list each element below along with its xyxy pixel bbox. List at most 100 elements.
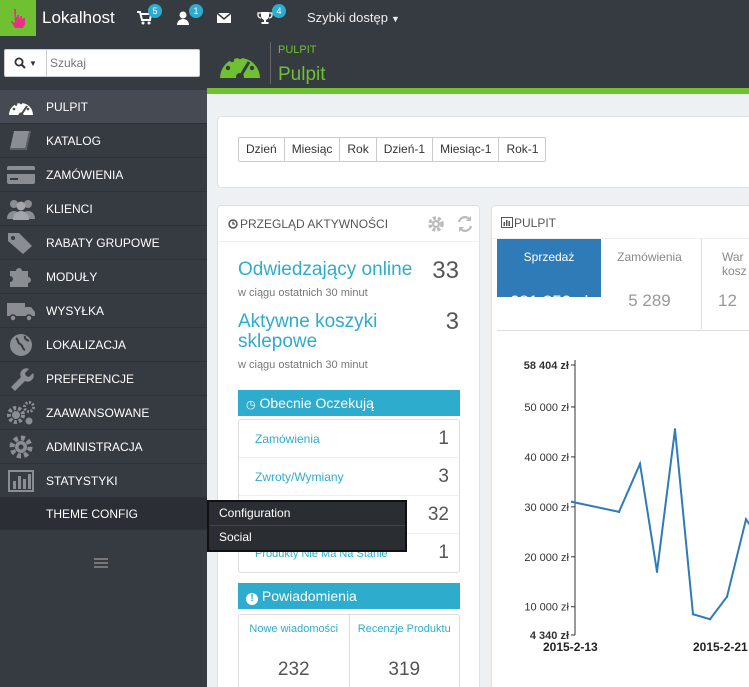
kpi-orders[interactable]: Zamówienia 5 289 — [598, 239, 702, 329]
kpi-sales[interactable]: Sprzedaż 681 850 zł — [497, 239, 601, 311]
refresh-icon[interactable] — [456, 215, 474, 233]
submenu-item-configuration[interactable]: Configuration — [209, 502, 405, 525]
collapse-menu-icon[interactable] — [94, 557, 108, 569]
puzzle-icon — [6, 264, 36, 290]
notifications-section-header: ! Powiadomienia — [238, 583, 460, 609]
quick-access-dropdown[interactable]: Szybki dostęp ▼ — [307, 10, 400, 25]
panel-header: PULPIT — [492, 206, 749, 239]
period-button-prev-day[interactable]: Dzień-1 — [375, 137, 434, 162]
main-menu: PULPIT KATALOG ZAMÓWIENIA KLIENCI RABATY… — [0, 90, 207, 530]
pending-label[interactable]: Zwroty/Wymiany — [255, 470, 344, 484]
data-point — [570, 500, 574, 504]
theme-config-submenu: Configuration Social — [207, 500, 407, 552]
pending-section-title: Obecnie Oczekują — [259, 395, 374, 411]
sidebar-item-preferencje[interactable]: PREFERENCJE — [0, 362, 207, 396]
period-button-prev-month[interactable]: Miesiąc-1 — [432, 137, 500, 162]
notif-label: Nowe wiadomości — [249, 623, 339, 635]
sidebar-item-label: PULPIT — [46, 100, 89, 114]
notif-value: 319 — [388, 659, 421, 680]
x-tick-label: 2015-2-13 — [543, 640, 598, 654]
pending-label[interactable]: Zamówienia — [255, 432, 320, 446]
info-icon: ! — [246, 593, 258, 605]
sidebar-item-pulpit[interactable]: PULPIT — [0, 90, 207, 124]
notif-product-reviews[interactable]: Recenzje Produktu 319 — [348, 615, 460, 687]
period-button-month[interactable]: Miesiąc — [283, 137, 341, 162]
pending-value: 3 — [438, 466, 449, 487]
kpi-cart-value[interactable]: War kosz 12 — [704, 239, 749, 329]
notif-value: 232 — [277, 659, 310, 680]
breadcrumb[interactable]: PULPIT — [278, 44, 317, 56]
activity-overview-panel: PRZEGLĄD AKTYWNOŚCI Odwiedzający online … — [217, 205, 480, 687]
dashboard-icon — [220, 54, 260, 81]
cart-badge: 5 — [148, 4, 162, 18]
bar-chart-icon — [6, 468, 36, 494]
data-point — [617, 510, 621, 514]
online-visitors-value: 33 — [432, 257, 459, 284]
globe-icon — [6, 332, 36, 358]
data-point — [725, 595, 729, 598]
trophy-icon[interactable] — [257, 10, 273, 26]
sidebar-item-label: PREFERENCJE — [46, 372, 135, 386]
search-box: ▼ — [4, 49, 200, 77]
search-type-button[interactable]: ▼ — [5, 50, 47, 76]
sidebar-item-klienci[interactable]: KLIENCI — [0, 192, 207, 226]
period-button-group: Dzień Miesiąc Rok Dzień-1 Miesiąc-1 Rok-… — [238, 137, 547, 162]
logo-button[interactable] — [0, 0, 36, 36]
gear-icon[interactable] — [427, 215, 445, 233]
user-badge: 1 — [189, 4, 203, 18]
notifications-box: Nowe wiadomości 232 Recenzje Produktu 319 — [238, 614, 460, 687]
sidebar-item-label: ADMINISTRACJA — [46, 440, 143, 454]
panel-header: PRZEGLĄD AKTYWNOŚCI — [218, 206, 479, 242]
y-tick-label: 58 404 zł — [524, 360, 569, 372]
pending-value: 1 — [438, 428, 449, 449]
sidebar-item-rabaty-grupowe[interactable]: RABATY GRUPOWE — [0, 226, 207, 260]
sidebar-item-theme-config[interactable]: THEME CONFIG — [0, 498, 207, 530]
active-carts-label: Aktywne koszyki sklepowe — [238, 311, 378, 352]
panel-title: PRZEGLĄD AKTYWNOŚCI — [240, 217, 389, 231]
online-visitors-label: Odwiedzający online — [238, 259, 413, 280]
sidebar-item-label: RABATY GRUPOWE — [46, 236, 160, 250]
sidebar-item-label: WYSYŁKA — [46, 304, 105, 318]
clock-icon: ◷ — [246, 399, 256, 411]
data-point — [691, 613, 695, 616]
envelope-icon[interactable] — [216, 10, 232, 26]
sidebar-item-katalog[interactable]: KATALOG — [0, 124, 207, 158]
sidebar-item-zaawansowane[interactable]: ZAAWANSOWANE — [0, 396, 207, 430]
caret-down-icon: ▼ — [29, 58, 37, 68]
notif-new-messages[interactable]: Nowe wiadomości 232 — [239, 615, 349, 687]
pending-row-returns[interactable]: Zwroty/Wymiany 3 — [239, 458, 459, 496]
period-button-day[interactable]: Dzień — [238, 137, 285, 162]
caret-down-icon: ▼ — [390, 14, 400, 24]
kpi-label: War kosz — [722, 250, 747, 278]
period-button-year[interactable]: Rok — [339, 137, 377, 162]
period-button-prev-year[interactable]: Rok-1 — [498, 137, 547, 162]
sidebar-item-lokalizacja[interactable]: LOKALIZACJA — [0, 328, 207, 362]
kpi-label: Zamówienia — [617, 250, 682, 264]
sidebar-item-zamowienia[interactable]: ZAMÓWIENIA — [0, 158, 207, 192]
trophy-badge: 4 — [272, 4, 286, 18]
y-tick-label: 50 000 zł — [524, 402, 569, 414]
data-point — [744, 518, 748, 521]
sidebar-item-administracja[interactable]: ADMINISTRACJA — [0, 430, 207, 464]
sidebar-item-label: THEME CONFIG — [46, 507, 138, 521]
sidebar-item-wysylka[interactable]: WYSYŁKA — [0, 294, 207, 328]
tags-icon — [6, 230, 36, 256]
notif-label: Recenzje Produktu — [357, 623, 451, 635]
active-carts-subtext: w ciągu ostatnich 30 minut — [238, 359, 368, 371]
submenu-item-social[interactable]: Social — [209, 525, 405, 548]
kpi-value: 681 850 zł — [509, 292, 589, 311]
wrench-icon — [6, 366, 36, 392]
sidebar-item-moduly[interactable]: MODUŁY — [0, 260, 207, 294]
sidebar-item-statystyki[interactable]: STATYSTYKI — [0, 464, 207, 498]
search-input[interactable] — [50, 54, 195, 72]
notifications-section-title: Powiadomienia — [261, 588, 357, 604]
gear-icon — [6, 434, 36, 460]
pending-row-orders[interactable]: Zamówienia 1 — [239, 420, 459, 458]
sidebar-item-label: ZAMÓWIENIA — [46, 168, 124, 182]
shop-name[interactable]: Lokalhost — [42, 8, 115, 28]
sidebar-item-label: ZAAWANSOWANE — [46, 406, 150, 420]
kpi-divider — [497, 330, 749, 331]
pending-value: 1 — [438, 542, 449, 563]
sales-line-chart: 58 404 zł 50 000 zł 40 000 zł 30 000 zł 20 0… — [524, 360, 749, 654]
hand-pointer-icon — [11, 9, 25, 28]
